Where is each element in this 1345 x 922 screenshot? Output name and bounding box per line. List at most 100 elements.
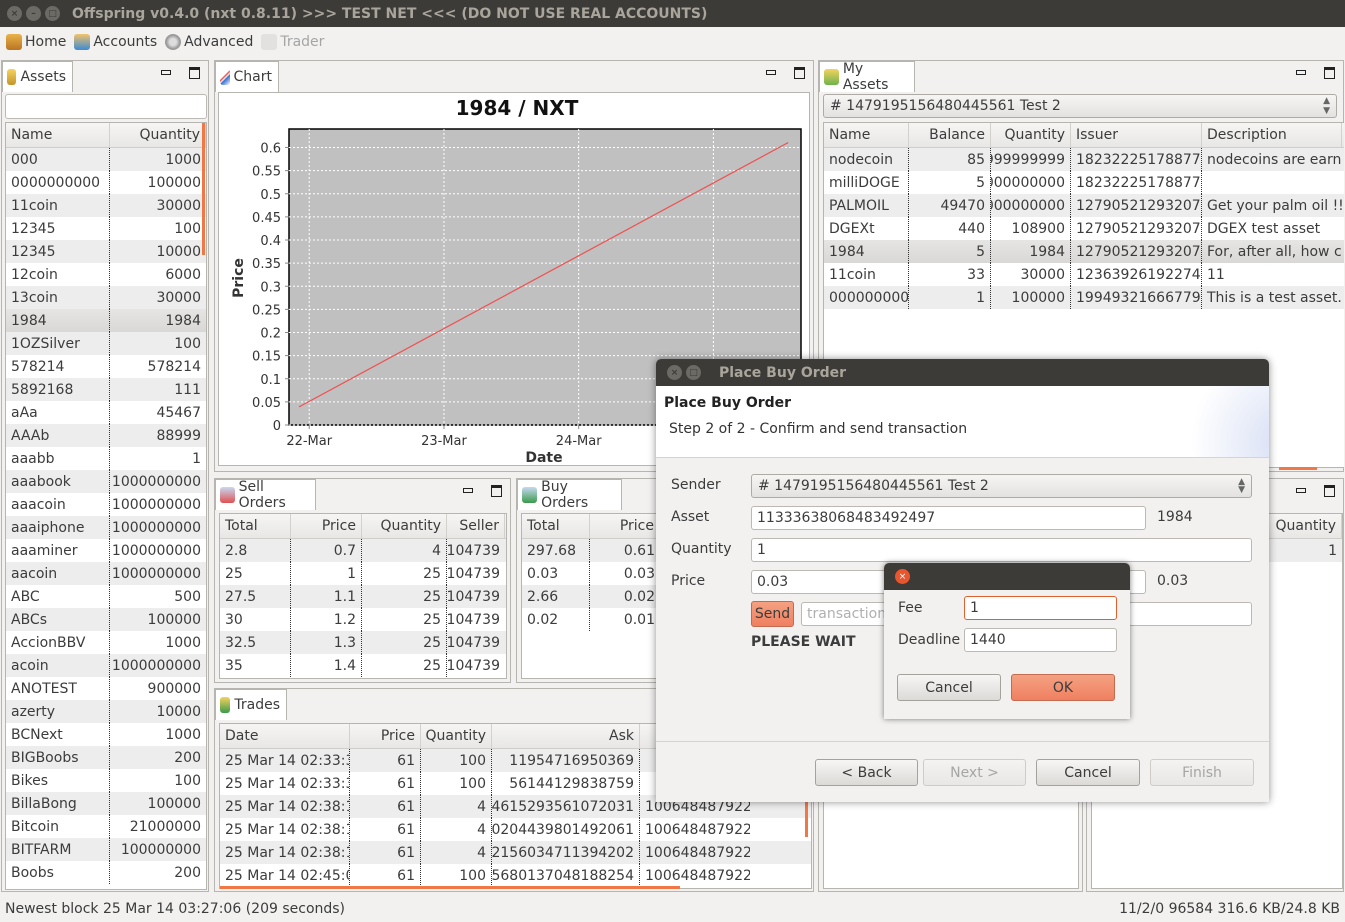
table-row[interactable]: DGEXt 440 108900 127905212932071 DGEX test a… <box>824 217 1344 240</box>
column-header[interactable]: Quantity <box>421 724 492 748</box>
table-row[interactable]: 27.51.1257104739 <box>220 585 506 608</box>
maximize-panel-icon[interactable] <box>1324 485 1335 497</box>
table-row[interactable]: 351.4257104739 <box>220 654 506 677</box>
column-header[interactable]: Date <box>220 724 350 748</box>
asset-id-field[interactable]: 11333638068483492497 <box>751 506 1146 530</box>
table-row[interactable]: 00000000001100000199493216667796 This is … <box>824 286 1344 309</box>
tab-buy-orders[interactable]: Buy Orders <box>517 479 622 511</box>
table-row[interactable]: 11coin 30000 <box>6 194 206 217</box>
fee-input[interactable]: 1 <box>964 596 1117 620</box>
close-popup-icon[interactable]: × <box>895 569 910 584</box>
table-row[interactable]: BCNext 1000 <box>6 723 206 746</box>
minimize-panel-icon[interactable] <box>161 70 171 75</box>
column-header[interactable]: Description <box>1202 123 1342 147</box>
table-row[interactable]: aaaminer 1000000000 <box>6 539 206 562</box>
column-header[interactable]: Issuer <box>1071 123 1202 147</box>
table-row[interactable]: 25 Mar 14 02:38:146146392156034711394202… <box>220 841 811 864</box>
table-row[interactable]: 1984 5 1984 127905212932071 For, after all, … <box>824 240 1344 263</box>
column-header[interactable]: Quantity <box>362 514 447 538</box>
column-header[interactable]: Price <box>291 514 362 538</box>
table-row[interactable]: 32.51.3257104739 <box>220 631 506 654</box>
minimize-window-icon[interactable]: – <box>26 6 41 21</box>
menu-accounts[interactable]: Accounts <box>74 34 157 50</box>
table-row[interactable]: Bitcoin 21000000 <box>6 815 206 838</box>
column-header[interactable]: Quantity <box>991 123 1071 147</box>
maximize-panel-icon[interactable] <box>794 67 805 79</box>
table-row[interactable]: aaabook 1000000000 <box>6 470 206 493</box>
maximize-panel-icon[interactable] <box>491 485 502 497</box>
maximize-dialog-icon[interactable]: □ <box>686 365 701 380</box>
table-row[interactable]: milliDOGE 5 000000000 182322251788771 <box>824 171 1344 194</box>
menu-trader[interactable]: Trader <box>261 34 324 50</box>
table-row[interactable]: 000 1000 <box>6 148 206 171</box>
table-row[interactable]: ABCs 100000 <box>6 608 206 631</box>
table-row[interactable]: acoin 1000000000 <box>6 654 206 677</box>
table-row[interactable]: AccionBBV 1000 <box>6 631 206 654</box>
column-header[interactable]: Total <box>220 514 291 538</box>
table-row[interactable]: azerty 10000 <box>6 700 206 723</box>
table-row[interactable]: 5892168 111 <box>6 378 206 401</box>
table-row[interactable]: 12345 100 <box>6 217 206 240</box>
column-header[interactable]: Ask <box>492 724 640 748</box>
assets-scrollbar[interactable] <box>202 123 205 255</box>
table-row[interactable]: 1984 1984 <box>6 309 206 332</box>
minimize-panel-icon[interactable] <box>463 488 473 493</box>
table-row[interactable]: 11coin 33 30000 123639261922746 11 <box>824 263 1344 286</box>
tab-sell-orders[interactable]: Sell Orders <box>215 479 316 511</box>
minimize-panel-icon[interactable] <box>1296 488 1306 493</box>
quantity-field[interactable]: 1 <box>751 538 1252 562</box>
tab-chart[interactable]: Chart <box>215 61 279 92</box>
table-row[interactable]: PALMOIL 49470 000000000 127905212932071 Get … <box>824 194 1344 217</box>
back-button[interactable]: < Back <box>815 759 918 786</box>
deadline-input[interactable]: 1440 <box>964 628 1117 652</box>
column-header[interactable]: Name <box>824 123 909 147</box>
table-row[interactable]: Bikes 100 <box>6 769 206 792</box>
table-row[interactable]: aAa 45467 <box>6 401 206 424</box>
table-row[interactable]: 251257104739 <box>220 562 506 585</box>
column-header[interactable]: Price <box>590 514 660 538</box>
column-header[interactable]: Price <box>350 724 421 748</box>
maximize-window-icon[interactable]: □ <box>45 6 60 21</box>
minimize-panel-icon[interactable] <box>766 70 776 75</box>
table-row[interactable]: 2.80.747104739 <box>220 539 506 562</box>
tab-assets[interactable]: Assets <box>2 61 73 92</box>
table-row[interactable]: aaabb 1 <box>6 447 206 470</box>
maximize-panel-icon[interactable] <box>189 67 200 79</box>
maximize-panel-icon[interactable] <box>1324 67 1335 79</box>
table-row[interactable]: ABC 500 <box>6 585 206 608</box>
table-row[interactable]: aacoin 1000000000 <box>6 562 206 585</box>
finish-button[interactable]: Finish <box>1150 759 1254 786</box>
tab-my-assets[interactable]: My Assets <box>819 61 915 93</box>
table-row[interactable]: 578214 578214 <box>6 355 206 378</box>
column-header[interactable]: Total <box>522 514 590 538</box>
table-row[interactable]: 25 Mar 14 02:38:146143920204439801492061… <box>220 818 811 841</box>
minimize-panel-icon[interactable] <box>1296 70 1306 75</box>
popup-cancel-button[interactable]: Cancel <box>897 674 1001 701</box>
column-header[interactable]: Balance <box>909 123 991 147</box>
column-header[interactable]: Name <box>6 123 110 147</box>
table-row[interactable]: nodecoin 85 999999999 182322251788771 nodeco… <box>824 148 1344 171</box>
table-row[interactable]: Boobs 200 <box>6 861 206 884</box>
send-button[interactable]: Send <box>751 601 794 627</box>
table-row[interactable]: aaaiphone 1000000000 <box>6 516 206 539</box>
close-dialog-icon[interactable]: × <box>667 365 682 380</box>
account-select[interactable]: # 1479195156480445561 Test 2 ▲ ▼ <box>823 94 1337 118</box>
table-row[interactable]: 1OZSilver 100 <box>6 332 206 355</box>
table-row[interactable]: BillaBong 100000 <box>6 792 206 815</box>
sender-select[interactable]: # 1479195156480445561 Test 2 ▲ ▼ <box>751 474 1252 498</box>
popup-ok-button[interactable]: OK <box>1011 674 1115 701</box>
close-window-icon[interactable]: × <box>7 6 22 21</box>
table-row[interactable]: 12345 10000 <box>6 240 206 263</box>
menu-home[interactable]: Home <box>6 34 66 50</box>
table-row[interactable]: 25 Mar 14 02:45:066110015156801370481882… <box>220 864 811 887</box>
table-row[interactable]: BITFARM 100000000 <box>6 838 206 861</box>
table-row[interactable]: AAAb 88999 <box>6 424 206 447</box>
table-row[interactable]: 0000000000 100000 <box>6 171 206 194</box>
table-row[interactable]: 12coin 6000 <box>6 263 206 286</box>
my-assets-hscrollbar[interactable] <box>1279 467 1317 470</box>
assets-filter-input[interactable] <box>5 94 207 119</box>
table-row[interactable]: aaacoin 1000000000 <box>6 493 206 516</box>
table-row[interactable]: 301.2257104739 <box>220 608 506 631</box>
table-row[interactable]: BIGBoobs 200 <box>6 746 206 769</box>
cancel-button[interactable]: Cancel <box>1036 759 1140 786</box>
